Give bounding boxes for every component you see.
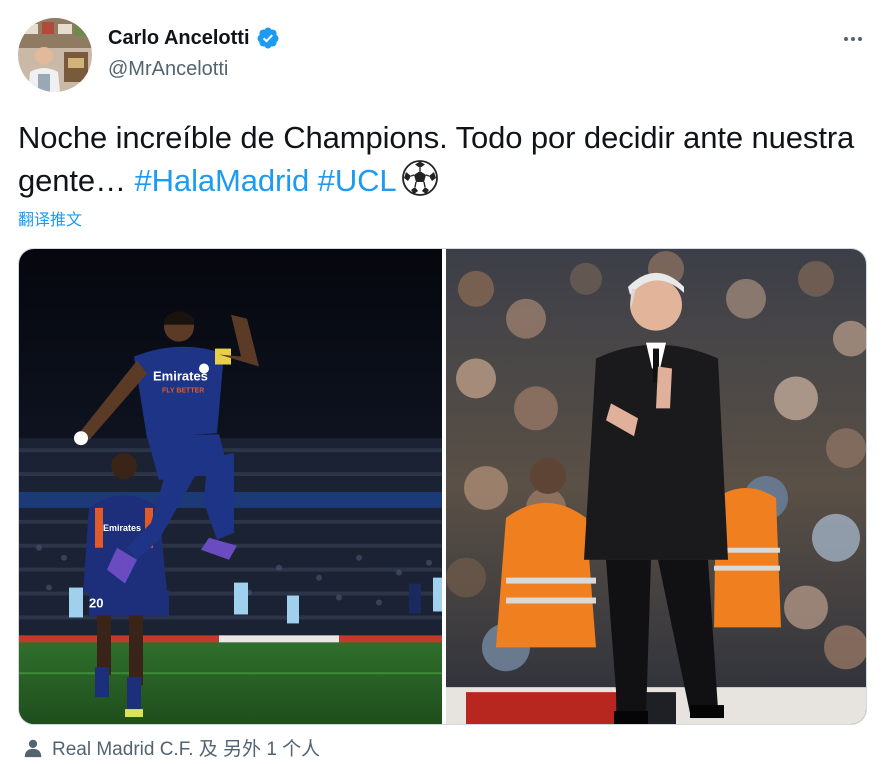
vinicius-shirt-number: 20	[89, 596, 103, 611]
vinicius-shirt-sponsor: Emirates	[103, 523, 141, 533]
person-icon	[24, 739, 42, 757]
photo-ancelotti[interactable]	[446, 249, 866, 724]
photo-celebration-image: Emirates 20 Emirates FLY BETTER	[19, 249, 442, 724]
benzema-shirt-sub: FLY BETTER	[162, 387, 204, 394]
hashtag-ucl[interactable]: #UCL	[318, 163, 397, 198]
tweet-text: Noche increíble de Champions. Todo por d…	[18, 116, 868, 202]
hashtag-halamadrid[interactable]: #HalaMadrid	[135, 163, 310, 198]
tagged-users[interactable]: Real Madrid C.F. 及 另外 1 个人	[22, 734, 320, 761]
soccer-ball-icon	[401, 159, 439, 197]
avatar-image	[18, 18, 92, 92]
photo-celebration[interactable]: Emirates 20 Emirates FLY BETTER	[19, 249, 442, 724]
more-dots-icon	[844, 37, 862, 41]
author-avatar[interactable]	[18, 18, 92, 92]
author-display-name[interactable]: Carlo Ancelotti	[108, 27, 250, 50]
tweet[interactable]: Carlo Ancelotti @MrAncelotti Noche incre…	[0, 0, 882, 764]
author-name-row: Carlo Ancelotti	[108, 26, 280, 50]
media-grid: Emirates 20 Emirates FLY BETTER	[18, 248, 867, 725]
verified-badge-icon	[256, 26, 280, 50]
author-handle[interactable]: @MrAncelotti	[108, 58, 228, 81]
translate-tweet-link[interactable]: 翻译推文	[18, 206, 82, 230]
more-options-button[interactable]	[838, 26, 868, 52]
tagged-users-label: Real Madrid C.F. 及 另外 1 个人	[52, 739, 321, 760]
photo-ancelotti-image	[446, 249, 866, 724]
